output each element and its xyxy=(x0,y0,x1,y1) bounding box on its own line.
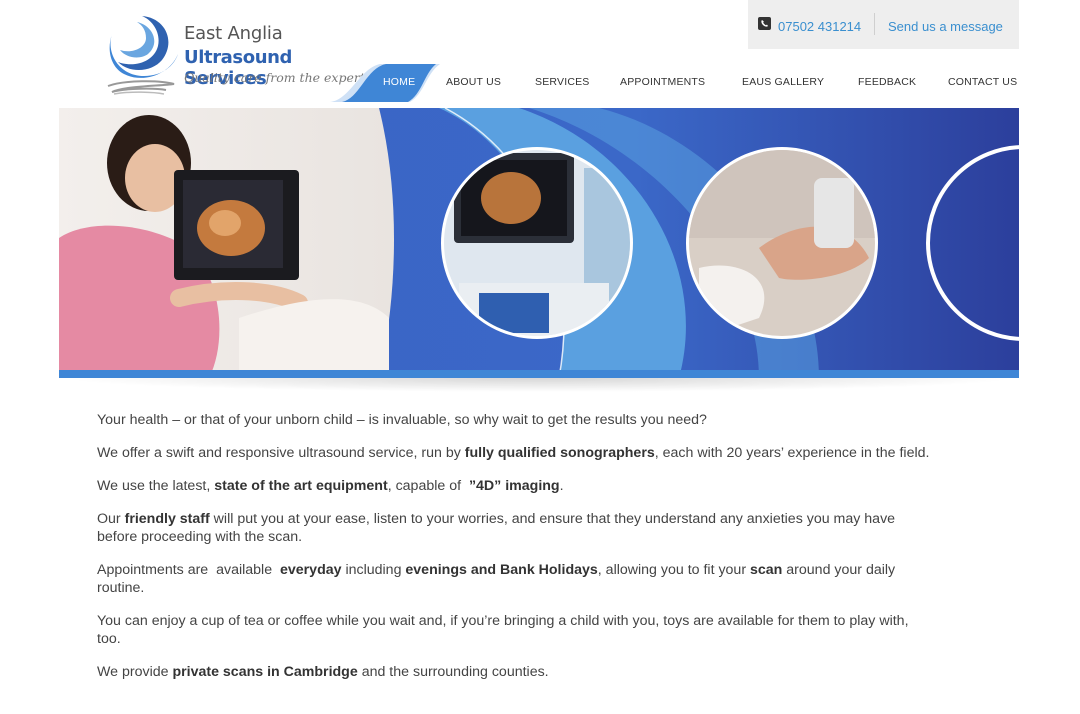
hero-banner xyxy=(59,108,1019,378)
text: We offer a swift and responsive ultrasou… xyxy=(97,445,465,461)
paragraph-intro: Your health – or that of your unborn chi… xyxy=(97,412,707,428)
text: . xyxy=(559,478,564,494)
nav-services[interactable]: SERVICES xyxy=(535,76,590,90)
paragraph-service: We offer a swift and responsive ultrasou… xyxy=(97,444,932,462)
phone-number-link[interactable]: 07502 431214 xyxy=(778,19,861,34)
paragraph-staff: Our friendly staff will put you at your … xyxy=(97,510,932,546)
highlight-text: ”4D” imaging xyxy=(468,478,560,494)
paragraph-comfort: You can enjoy a cup of tea or coffee whi… xyxy=(97,613,909,647)
text: and the surrounding counties. xyxy=(357,664,549,680)
logo-title-line1: East Anglia xyxy=(184,23,283,44)
text: , each with 20 years’ experience in the … xyxy=(654,445,930,461)
phone-icon xyxy=(758,17,771,30)
text: We provide xyxy=(97,664,173,680)
text: Our xyxy=(97,511,125,527)
nav-feedback[interactable]: FEEDBACK xyxy=(858,76,916,90)
contact-divider xyxy=(874,13,875,35)
nav-about-us[interactable]: ABOUT US xyxy=(446,76,501,90)
text: Appointments are available xyxy=(97,562,280,578)
text: We use the latest, xyxy=(97,478,215,494)
highlight-text: friendly staff xyxy=(124,511,210,527)
text: , capable of xyxy=(387,478,469,494)
highlight-text: everyday xyxy=(279,562,342,578)
highlight-text: state of the art equipment xyxy=(214,478,388,494)
highlight-text: fully qualified sonographers xyxy=(464,445,655,461)
paragraph-appointments: Appointments are available everyday incl… xyxy=(97,561,932,597)
send-message-link[interactable]: Send us a message xyxy=(888,19,1003,34)
nav-contact-us[interactable]: CONTACT US xyxy=(948,76,1017,90)
text: including xyxy=(341,562,406,578)
nav-eaus-gallery[interactable]: EAUS GALLERY xyxy=(742,76,824,90)
highlight-text: evenings and Bank Holidays xyxy=(405,562,598,578)
text: , allowing you to fit your xyxy=(597,562,750,578)
nav-appointments[interactable]: APPOINTMENTS xyxy=(620,76,705,90)
highlight-text: scan xyxy=(750,562,783,578)
highlight-text: private scans in Cambridge xyxy=(172,664,358,680)
text: will put you at your ease, listen to you… xyxy=(97,511,896,545)
paragraph-equipment: We use the latest, state of the art equi… xyxy=(97,477,932,495)
site-logo[interactable]: East Anglia Ultrasound Services Quality … xyxy=(104,12,371,100)
intro-content: Your health – or that of your unborn chi… xyxy=(97,411,932,696)
paragraph-location: We provide private scans in Cambridge an… xyxy=(97,663,932,681)
banner-shadow xyxy=(59,378,1019,392)
logo-swirl-icon xyxy=(107,16,178,95)
contact-box: 07502 431214 Send us a message xyxy=(748,0,1019,49)
nav-home[interactable]: HOME xyxy=(383,76,415,90)
